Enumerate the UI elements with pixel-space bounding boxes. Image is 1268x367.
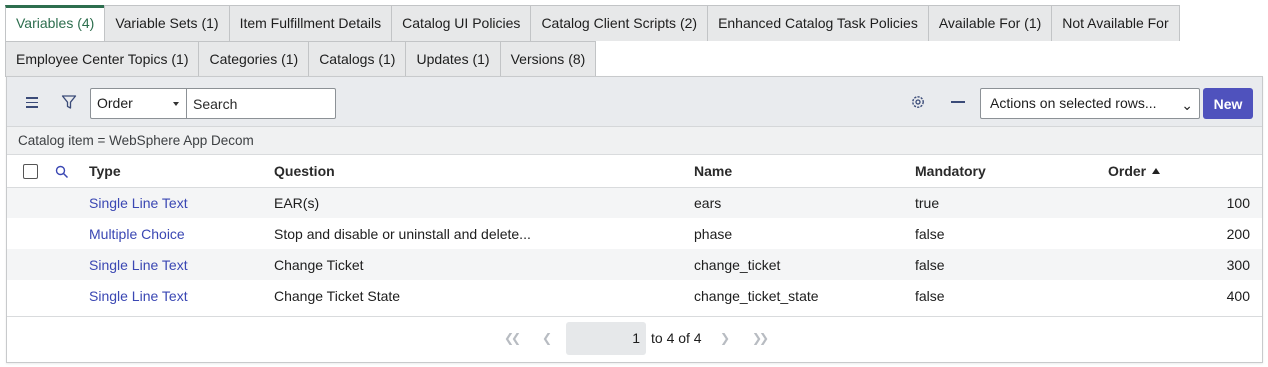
order-cell: 300 bbox=[1108, 249, 1262, 280]
question-cell: EAR(s) bbox=[274, 187, 694, 218]
table-row: Multiple Choice Stop and disable or unin… bbox=[7, 218, 1262, 249]
question-cell: Stop and disable or uninstall and delete… bbox=[274, 225, 531, 242]
name-cell: change_ticket_state bbox=[694, 287, 819, 304]
page-range-text: to 4 of 4 bbox=[651, 330, 702, 346]
breadcrumb[interactable]: Catalog item = WebSphere App Decom bbox=[7, 127, 1262, 155]
actions-select-value: Actions on selected rows... bbox=[990, 95, 1157, 111]
gear-icon[interactable] bbox=[909, 93, 927, 111]
column-search-cell bbox=[49, 155, 89, 188]
tab-categories[interactable]: Categories (1) bbox=[198, 41, 310, 77]
tab-enhanced-catalog-task-policies[interactable]: Enhanced Catalog Task Policies bbox=[707, 5, 929, 41]
sort-ascending-icon bbox=[1152, 167, 1161, 174]
tab-row-1: Variables (4) Variable Sets (1) Item Ful… bbox=[5, 5, 1263, 41]
tab-item-fulfillment-details[interactable]: Item Fulfillment Details bbox=[228, 5, 393, 41]
search-field-select[interactable]: Order bbox=[90, 88, 187, 119]
type-link[interactable]: Single Line Text bbox=[89, 195, 188, 211]
select-all-checkbox[interactable] bbox=[23, 164, 38, 180]
chevron-down-icon bbox=[173, 102, 179, 106]
mandatory-cell: false bbox=[915, 249, 1108, 280]
tab-catalog-client-scripts[interactable]: Catalog Client Scripts (2) bbox=[530, 5, 709, 41]
question-cell: Change Ticket State bbox=[274, 287, 401, 304]
column-header-order-label: Order bbox=[1108, 162, 1147, 179]
tab-variables[interactable]: Variables (4) bbox=[5, 5, 106, 41]
list-toolbar: Order Actions on selected rows... ⌄ New bbox=[7, 77, 1262, 127]
search-field-select-value: Order bbox=[97, 95, 133, 111]
tab-versions[interactable]: Versions (8) bbox=[499, 41, 597, 77]
tab-not-available-for[interactable]: Not Available For bbox=[1051, 5, 1180, 41]
table-row: Single Line Text EAR(s) ears true 100 bbox=[7, 187, 1262, 218]
last-page-icon[interactable]: ❯❯ bbox=[752, 331, 769, 345]
table-header-row: Type Question Name Mandatory Order bbox=[7, 155, 1262, 188]
column-header-name[interactable]: Name bbox=[694, 155, 915, 188]
question-cell: Change Ticket bbox=[274, 249, 694, 280]
tab-available-for[interactable]: Available For (1) bbox=[927, 5, 1053, 41]
chevron-down-icon: ⌄ bbox=[1181, 97, 1193, 113]
type-link[interactable]: Single Line Text bbox=[89, 257, 188, 273]
related-list-tabs: Variables (4) Variable Sets (1) Item Ful… bbox=[5, 5, 1263, 77]
order-cell: 400 bbox=[1226, 287, 1250, 304]
first-page-icon[interactable]: ❮❮ bbox=[504, 331, 521, 345]
mandatory-cell: false bbox=[915, 225, 945, 242]
mandatory-cell: true bbox=[915, 187, 1108, 218]
column-header-question[interactable]: Question bbox=[274, 155, 694, 188]
order-cell: 200 bbox=[1226, 225, 1250, 242]
column-header-order[interactable]: Order bbox=[1108, 155, 1262, 188]
tab-updates[interactable]: Updates (1) bbox=[405, 41, 501, 77]
pagination-bar: ❮❮ ❮ 1 to 4 of 4 ❯ ❯❯ bbox=[7, 316, 1262, 362]
search-icon[interactable] bbox=[49, 163, 69, 179]
column-header-type[interactable]: Type bbox=[89, 155, 274, 188]
actions-on-selected-rows-select[interactable]: Actions on selected rows... ⌄ bbox=[980, 88, 1200, 119]
mandatory-cell: false bbox=[915, 287, 945, 304]
variables-list-panel: Order Actions on selected rows... ⌄ New … bbox=[6, 76, 1263, 363]
tab-catalog-ui-policies[interactable]: Catalog UI Policies bbox=[391, 5, 532, 41]
type-link[interactable]: Multiple Choice bbox=[89, 226, 185, 242]
current-page-input[interactable]: 1 bbox=[566, 322, 646, 355]
filter-icon[interactable] bbox=[59, 92, 79, 112]
name-cell: phase bbox=[694, 225, 733, 242]
next-page-icon[interactable]: ❯ bbox=[720, 331, 730, 345]
table-row: Single Line Text Change Ticket change_ti… bbox=[7, 249, 1262, 280]
new-button[interactable]: New bbox=[1203, 88, 1253, 119]
tab-catalogs[interactable]: Catalogs (1) bbox=[308, 41, 407, 77]
table-row: Single Line Text Change Ticket State cha… bbox=[7, 280, 1262, 311]
variables-table: Type Question Name Mandatory Order Singl… bbox=[7, 155, 1262, 311]
previous-page-icon[interactable]: ❮ bbox=[542, 331, 552, 345]
order-cell: 100 bbox=[1108, 187, 1262, 218]
search-input[interactable] bbox=[186, 88, 336, 119]
tab-row-2: Employee Center Topics (1) Categories (1… bbox=[5, 41, 1263, 77]
select-all-cell bbox=[7, 155, 49, 188]
type-link[interactable]: Single Line Text bbox=[89, 288, 188, 304]
tab-variable-sets[interactable]: Variable Sets (1) bbox=[104, 5, 230, 41]
column-header-mandatory[interactable]: Mandatory bbox=[915, 155, 1108, 188]
collapse-icon[interactable] bbox=[951, 101, 965, 103]
name-cell: ears bbox=[694, 187, 915, 218]
list-menu-icon[interactable] bbox=[23, 93, 41, 111]
tab-employee-center-topics[interactable]: Employee Center Topics (1) bbox=[5, 41, 200, 77]
name-cell: change_ticket bbox=[694, 249, 915, 280]
